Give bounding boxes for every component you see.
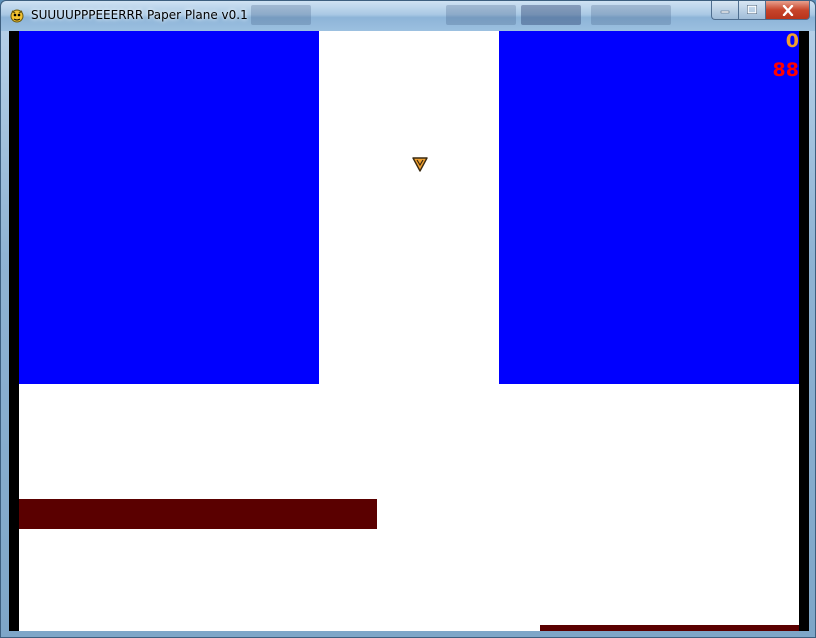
game-playfield[interactable]: 0 88 — [19, 31, 799, 631]
titlebar-background-blur — [591, 5, 671, 25]
title-bar[interactable]: SUUUUPPPEEERRR Paper Plane v0.1 — [1, 1, 815, 31]
maximize-button[interactable] — [738, 1, 765, 20]
paper-plane-icon — [411, 155, 429, 173]
game-canvas[interactable]: 0 88 — [9, 31, 809, 631]
titlebar-background-blur — [521, 5, 581, 25]
close-icon — [782, 4, 794, 16]
window-title: SUUUUPPPEEERRR Paper Plane v0.1 — [31, 8, 248, 22]
minimize-icon — [720, 5, 730, 15]
minimize-button[interactable] — [711, 1, 738, 20]
maximize-icon — [747, 5, 757, 15]
game-window: SUUUUPPPEEERRR Paper Plane v0.1 0 88 — [0, 0, 816, 638]
dark-red-bar-left — [19, 499, 377, 529]
titlebar-background-blur — [446, 5, 516, 25]
close-button[interactable] — [765, 1, 810, 20]
window-controls — [711, 1, 810, 21]
titlebar-background-blur — [251, 5, 311, 25]
blue-wall-right — [499, 31, 799, 384]
dark-red-bar-bottom — [540, 625, 799, 631]
pygame-snake-icon[interactable] — [9, 7, 25, 23]
score-counter: 0 — [785, 31, 799, 52]
secondary-counter: 88 — [772, 59, 799, 81]
blue-wall-left — [19, 31, 319, 384]
